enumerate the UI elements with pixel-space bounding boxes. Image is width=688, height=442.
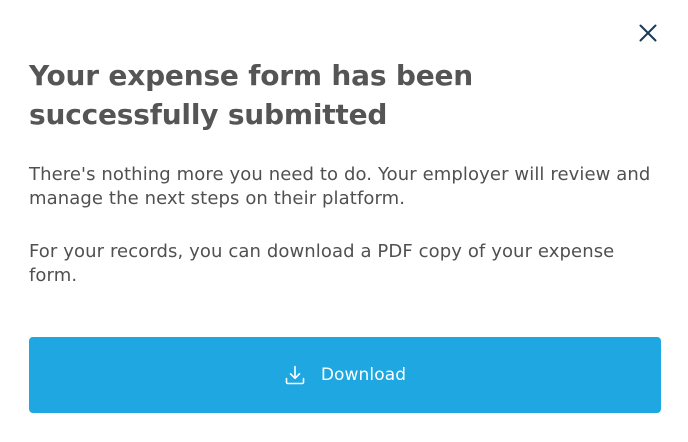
close-button[interactable] (636, 20, 660, 46)
download-icon (285, 365, 305, 385)
info-paragraph-next-steps: There's nothing more you need to do. You… (29, 164, 651, 209)
download-button[interactable]: Download (29, 337, 661, 413)
info-paragraph-records: For your records, you can download a PDF… (29, 241, 615, 286)
submission-success-modal: Your expense form has been successfully … (0, 0, 688, 442)
modal-title: Your expense form has been successfully … (29, 59, 474, 131)
close-icon (639, 24, 657, 42)
download-button-label: Download (320, 365, 407, 385)
